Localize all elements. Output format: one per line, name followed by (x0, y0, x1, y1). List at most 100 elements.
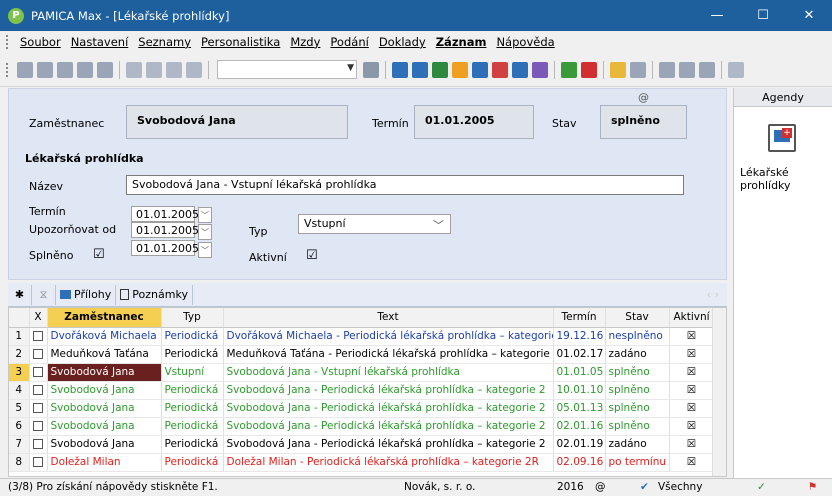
tools-icon[interactable] (728, 61, 744, 78)
column-header-x[interactable]: X (29, 308, 48, 328)
mzdy-icon[interactable] (392, 61, 408, 78)
row-checkbox[interactable] (29, 345, 48, 364)
table-row[interactable]: 7 Svobodová Jana Periodická Svobodová Jana … (9, 435, 715, 454)
row-checkbox-box[interactable] (33, 349, 43, 359)
menu-podani[interactable]: Podání (325, 35, 373, 49)
vertical-scrollbar[interactable] (712, 308, 726, 476)
calculate-icon[interactable] (412, 61, 428, 78)
active-checkbox[interactable]: ☑ (306, 248, 318, 263)
maximize-button[interactable]: ☐ (740, 0, 786, 31)
notify-date-input[interactable]: 01.01.2005 (131, 222, 199, 238)
row-checkbox[interactable] (29, 381, 48, 400)
menu-mzdy[interactable]: Mzdy (285, 35, 325, 49)
email-at-icon[interactable]: @ (638, 91, 649, 104)
person-orange-icon[interactable] (452, 61, 468, 78)
table-row[interactable]: 4 Svobodová Jana Periodická Svobodová Jana … (9, 381, 715, 400)
row-checkbox-box[interactable] (33, 457, 43, 467)
close-button[interactable]: ✕ (786, 0, 832, 31)
type-select[interactable]: Vstupní ﹀ (298, 214, 451, 234)
row-checkbox-box[interactable] (33, 421, 43, 431)
tab-prilohy[interactable]: Přílohy (56, 284, 117, 305)
table-row[interactable]: 3 Svobodová Jana Vstupní Svobodová Jana - V… (9, 363, 715, 382)
person-green-icon[interactable] (432, 61, 448, 78)
window3-icon[interactable] (699, 61, 715, 78)
status-filter[interactable]: Všechny (658, 481, 702, 493)
cell-active[interactable]: ☒ (669, 345, 715, 364)
calendar-icon[interactable] (630, 61, 646, 78)
flag-red-icon[interactable] (581, 61, 597, 78)
toolbar-combo[interactable]: ▼ (217, 60, 357, 79)
column-header-termin[interactable]: Termín (553, 308, 606, 328)
cell-active[interactable]: ☒ (669, 399, 715, 418)
menu-seznamy[interactable]: Seznamy (133, 35, 196, 49)
column-header-aktivni[interactable]: Aktivní (669, 308, 715, 328)
first-icon[interactable] (126, 61, 142, 78)
name-input[interactable]: Svobodová Jana - Vstupní lékařská prohlí… (126, 175, 684, 195)
table-row[interactable]: 6 Svobodová Jana Periodická Svobodová Jana … (9, 417, 715, 436)
last-icon[interactable] (186, 61, 202, 78)
row-checkbox[interactable] (29, 399, 48, 418)
table-row[interactable]: 8 Doležal Milan Periodická Doležal Milan - … (9, 453, 715, 472)
cell-active[interactable]: ☒ (669, 417, 715, 436)
menu-personalistika[interactable]: Personalistika (196, 35, 285, 49)
monthly-purple-icon[interactable] (532, 61, 548, 78)
row-checkbox-box[interactable] (33, 331, 43, 341)
cell-active[interactable]: ☒ (669, 453, 715, 472)
window2-icon[interactable] (679, 61, 695, 78)
cell-active[interactable]: ☒ (669, 363, 715, 382)
column-header-typ[interactable]: Typ (161, 308, 224, 328)
column-header-stav[interactable]: Stav (605, 308, 670, 328)
minimize-button[interactable]: — (694, 0, 740, 31)
flag-red-icon[interactable]: ⚑ (808, 481, 817, 493)
row-checkbox[interactable] (29, 435, 48, 454)
agendy-item-label[interactable]: Lékařské prohlídky (740, 166, 832, 192)
cell-active[interactable]: ☒ (669, 435, 715, 454)
monthly-red-icon[interactable] (492, 61, 508, 78)
window-icon[interactable] (659, 61, 675, 78)
menu-zaznam[interactable]: Záznam (431, 35, 492, 49)
table-row[interactable]: 1 Dvořáková Michaela Periodická Dvořáková M… (9, 327, 715, 346)
monthly-blue-icon[interactable] (512, 61, 528, 78)
new-record-icon[interactable] (17, 61, 33, 78)
filter-icon[interactable]: ⧖ (32, 284, 56, 305)
cell-active[interactable]: ☒ (669, 381, 715, 400)
column-header-zamestnanec[interactable]: Zaměstnanec (47, 308, 162, 328)
delete-record-icon[interactable] (57, 61, 73, 78)
tab-nav-arrows[interactable]: ‹ › (707, 288, 719, 301)
chevron-down-icon[interactable]: ﹀ (198, 207, 212, 223)
row-checkbox-box[interactable] (33, 385, 43, 395)
ok-circle-icon[interactable]: ✓ (757, 481, 766, 493)
menu-napoveda[interactable]: Nápověda (491, 35, 559, 49)
table-row[interactable]: 2 Meduňková Taťána Periodická Meduňková Tať… (9, 345, 715, 364)
next-icon[interactable] (166, 61, 182, 78)
chevron-down-icon[interactable]: ﹀ (198, 242, 212, 258)
preview-icon[interactable] (77, 61, 93, 78)
menu-doklady[interactable]: Doklady (374, 35, 431, 49)
row-checkbox[interactable] (29, 363, 48, 382)
row-checkbox-box[interactable] (33, 439, 43, 449)
prev-icon[interactable] (146, 61, 162, 78)
column-header-text[interactable]: Text (223, 308, 554, 328)
table-row[interactable]: 5 Svobodová Jana Periodická Svobodová Jana … (9, 399, 715, 418)
star-icon[interactable]: ✱ (8, 284, 32, 305)
row-checkbox[interactable] (29, 453, 48, 472)
menu-nastaveni[interactable]: Nastavení (66, 35, 134, 49)
done-date-input[interactable]: 01.01.2005 (131, 240, 199, 256)
monthly-icon[interactable] (472, 61, 488, 78)
folder-icon[interactable] (610, 61, 626, 78)
term-date-input[interactable]: 01.01.2005 (131, 206, 199, 222)
chevron-down-icon[interactable]: ﹀ (198, 224, 212, 240)
cell-active[interactable]: ☒ (669, 327, 715, 346)
copy-record-icon[interactable] (37, 61, 53, 78)
row-checkbox-box[interactable] (33, 367, 43, 377)
print-icon[interactable] (97, 61, 113, 78)
row-checkbox[interactable] (29, 417, 48, 436)
tab-poznamky[interactable]: Poznámky (116, 284, 193, 305)
flag-green-icon[interactable] (561, 61, 577, 78)
row-checkbox[interactable] (29, 327, 48, 346)
clipboard-icon[interactable]: + (768, 124, 796, 152)
menu-soubor[interactable]: Soubor (15, 35, 66, 49)
done-checkbox[interactable]: ☑ (93, 247, 105, 262)
filter-icon[interactable] (363, 61, 379, 78)
row-checkbox-box[interactable] (33, 403, 43, 413)
